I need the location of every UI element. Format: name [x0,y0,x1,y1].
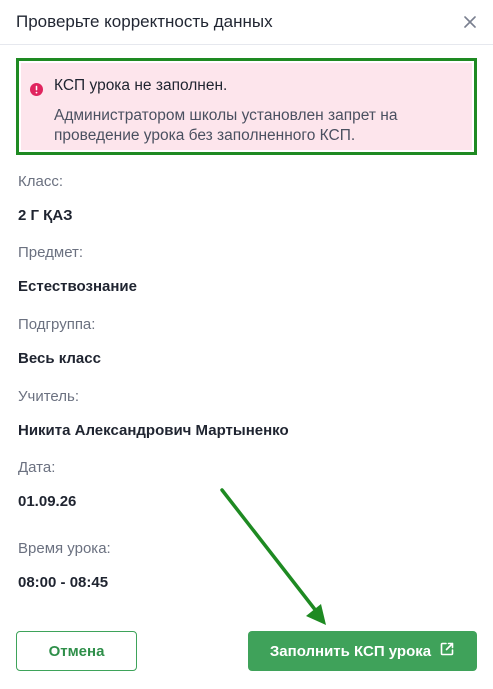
field-label: Время урока: [18,540,111,557]
field-value: 2 Г ҚАЗ [18,207,73,224]
error-circle-icon [30,83,43,101]
field-class: Класс: 2 Г ҚАЗ [18,173,73,224]
field-label: Класс: [18,173,63,190]
external-link-icon [439,641,455,661]
field-subject: Предмет: Естествознание [18,244,137,295]
cancel-button-label: Отмена [48,642,105,660]
field-lesson-time: Время урока: 08:00 - 08:45 [18,540,111,591]
alert-title: КСП урока не заполнен. [54,77,228,94]
alert-highlight-frame: КСП урока не заполнен. Администратором ш… [16,58,477,155]
check-data-dialog: Проверьте корректность данных КСП урока … [0,0,493,689]
dialog-header: Проверьте корректность данных [0,0,493,45]
field-value: Естествознание [18,278,137,295]
field-label: Учитель: [18,388,80,405]
error-alert: КСП урока не заполнен. Администратором ш… [21,63,472,150]
field-teacher: Учитель: Никита Александрович Мартыненко [18,388,289,439]
field-value: Никита Александрович Мартыненко [18,422,289,439]
field-label: Дата: [18,459,56,476]
field-value: Весь класс [18,350,101,367]
dialog-title: Проверьте корректность данных [16,12,273,31]
field-label: Предмет: [18,244,84,261]
field-value: 01.09.26 [18,493,77,510]
field-date: Дата: 01.09.26 [18,459,76,510]
field-label: Подгруппа: [18,316,96,333]
fill-ksp-button[interactable]: Заполнить КСП урока [248,631,477,671]
alert-text: Администратором школы установлен запрет … [54,107,398,144]
close-icon[interactable] [459,11,481,33]
cancel-button[interactable]: Отмена [16,631,137,671]
field-value: 08:00 - 08:45 [18,574,109,591]
fill-ksp-button-label: Заполнить КСП урока [269,642,432,660]
field-subgroup: Подгруппа: Весь класс [18,316,101,367]
